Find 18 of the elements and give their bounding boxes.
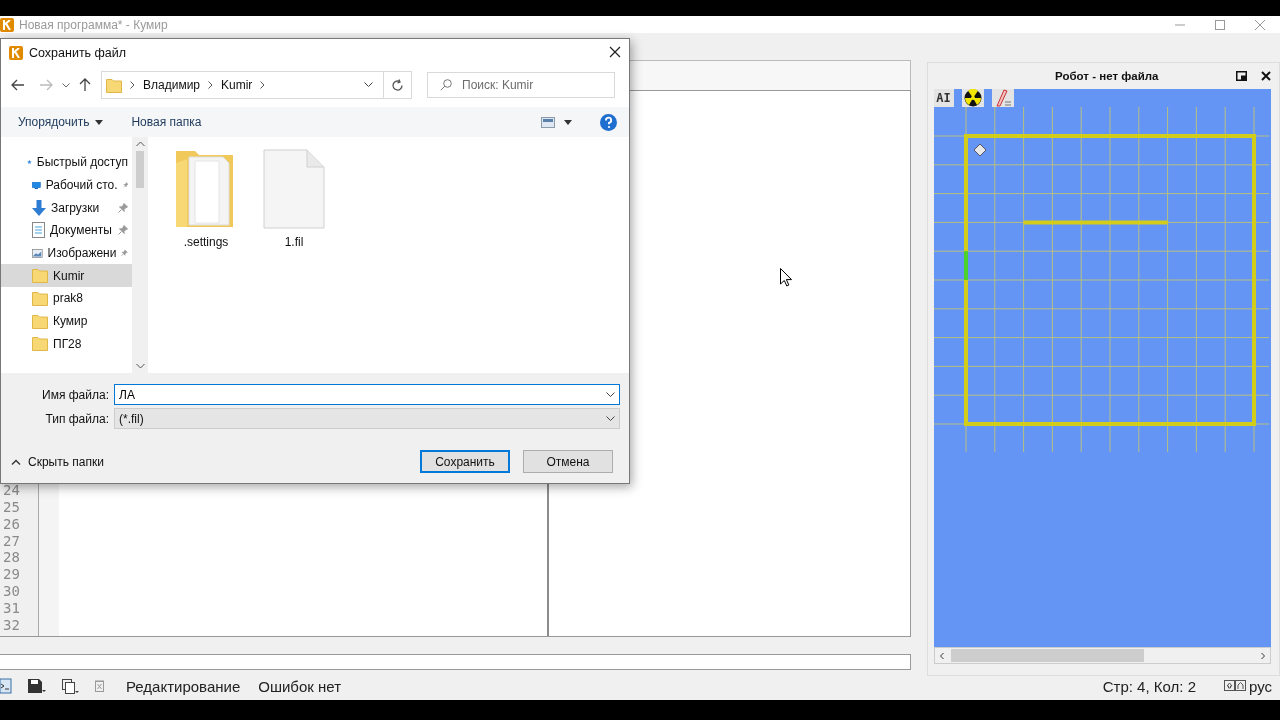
field-label: Имя файла:: [41, 387, 110, 402]
line-number: 26: [2, 515, 21, 533]
line-number: 31: [2, 600, 21, 618]
dialog-title: Сохранить файл: [29, 46, 128, 60]
line-number: 32: [2, 617, 21, 634]
line-number: 30: [2, 583, 21, 601]
panel-title: Робот - нет файла: [1054, 70, 1160, 82]
line-number: 27: [2, 532, 21, 550]
line-number: 29: [2, 566, 21, 584]
language-indicator: рус: [1249, 677, 1272, 695]
cursor-position: Стр: 4, Кол: 2: [1102, 677, 1196, 695]
line-number: 25: [2, 498, 21, 516]
line-number: 28: [2, 549, 21, 567]
line-number: 24: [2, 481, 21, 499]
window-title: Новая программа* - Кумир: [19, 17, 169, 32]
mode-status: Редактирование: [126, 677, 241, 695]
error-status: Ошибок нет: [258, 677, 342, 695]
field-label: Тип файла:: [44, 411, 110, 426]
